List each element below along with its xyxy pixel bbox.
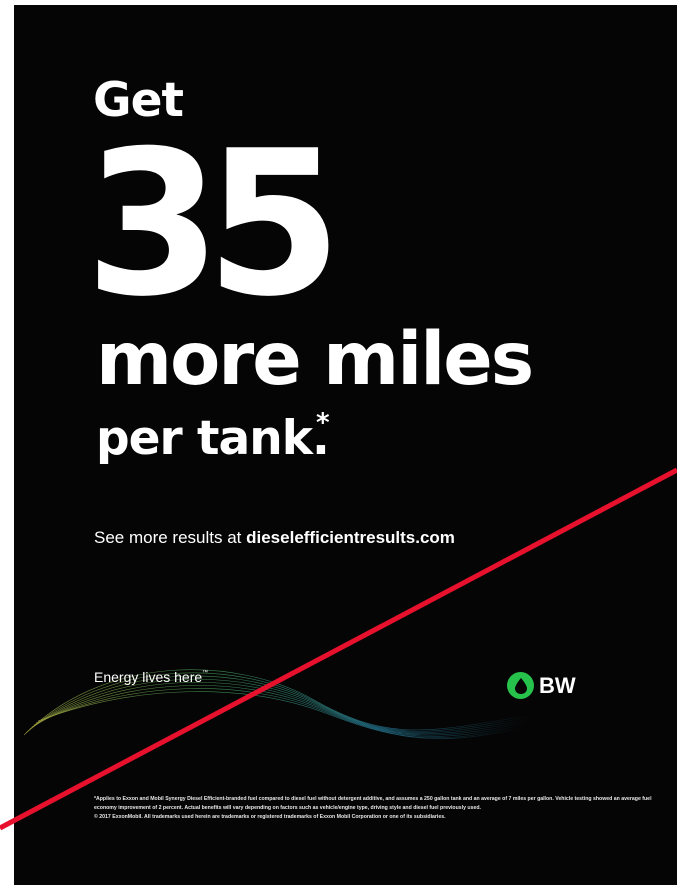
headline-number: 35 [85,108,342,341]
tagline-text: Energy lives here [94,669,203,685]
disclaimer-line-1: *Applies to Exxon and Mobil Synergy Dies… [94,796,652,811]
disclaimer-line-2: © 2017 ExxonMobil. All trademarks used h… [94,814,446,820]
tagline-trademark: ™ [202,670,209,676]
headline-per-tank: per tank. [96,411,330,466]
results-url-link[interactable]: dieselefficientresults.com [246,528,455,547]
legal-disclaimer: *Applies to Exxon and Mobil Synergy Dies… [94,795,654,822]
results-prefix: See more results at [94,528,247,547]
tagline: Energy lives here™ [94,670,208,684]
results-line: See more results at dieselefficientresul… [94,529,455,546]
logo-text: BW [539,672,576,698]
drop-icon [514,677,527,694]
headline-more-miles: more miles [96,317,534,402]
logo-circle [507,672,534,699]
advertisement: Get 35 more miles per tank. * See more r… [14,5,677,885]
brand-logo: BW [507,672,576,699]
headline-asterisk: * [316,408,330,438]
energy-wave-graphic [23,669,535,739]
